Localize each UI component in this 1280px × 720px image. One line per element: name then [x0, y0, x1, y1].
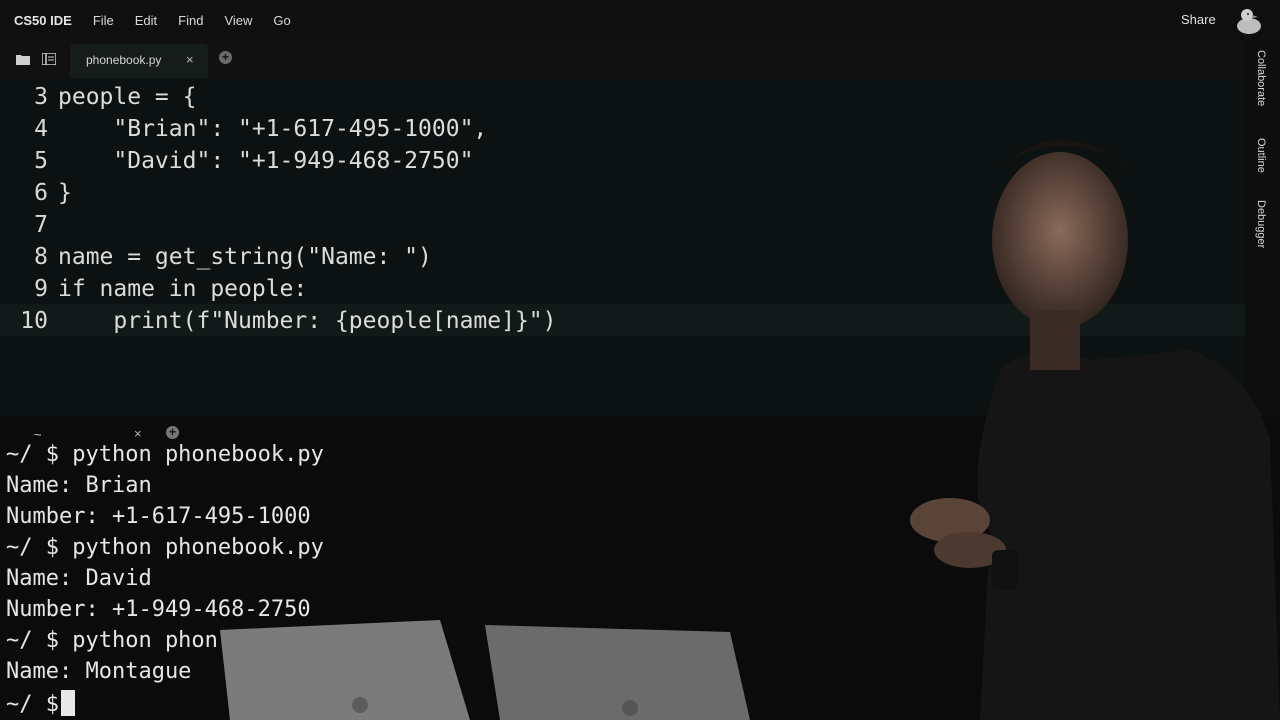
terminal-line: Name: Brian	[6, 473, 152, 498]
code-text: if name in people:	[58, 276, 308, 302]
collaborate-tab[interactable]: Collaborate	[1255, 50, 1267, 106]
terminal-add-icon[interactable]: +	[166, 426, 179, 439]
menu-bar: CS50 IDE File Edit Find View Go	[0, 0, 1280, 40]
code-text: "David": "+1-949-468-2750"	[58, 148, 474, 174]
menu-view[interactable]: View	[224, 13, 252, 28]
line-number: 3	[34, 84, 48, 110]
code-text: print(f"Number: {people[name]}")	[58, 308, 557, 334]
duck-icon[interactable]	[1234, 6, 1264, 36]
share-button[interactable]: Share	[1181, 12, 1216, 27]
line-number: 7	[34, 212, 48, 238]
code-text: }	[58, 180, 72, 206]
tab-label: phonebook.py	[86, 53, 162, 67]
terminal-prompt-line: ~/ $	[6, 690, 75, 717]
menu-file[interactable]: File	[93, 13, 114, 28]
terminal-close-icon[interactable]: ×	[134, 426, 142, 441]
terminal-line: Number: +1-949-468-2750	[6, 597, 311, 622]
menu-edit[interactable]: Edit	[135, 13, 157, 28]
line-number: 4	[34, 116, 48, 142]
terminal-line: Number: +1-617-495-1000	[6, 504, 311, 529]
terminal-cursor[interactable]	[60, 690, 75, 716]
terminal-line: Name: Montague	[6, 659, 192, 684]
terminal-prompt: ~/ $	[6, 692, 59, 717]
code-line: 3 people = {	[0, 80, 1245, 112]
terminal-line: Name: David	[6, 566, 152, 591]
code-text: "Brian": "+1-617-495-1000",	[58, 116, 488, 142]
code-text: name = get_string("Name: ")	[58, 244, 432, 270]
line-number: 9	[34, 276, 48, 302]
menu-go[interactable]: Go	[273, 13, 290, 28]
folder-icon[interactable]	[16, 53, 30, 65]
terminal-line: ~/ $ python phonebook.py	[6, 442, 324, 467]
tab-close-icon[interactable]: ×	[186, 52, 194, 67]
tree-icon[interactable]	[42, 53, 56, 65]
terminal-line: ~/ $ python phonebook.py	[6, 535, 324, 560]
code-text: people = {	[58, 84, 197, 110]
add-tab-icon[interactable]: +	[219, 51, 232, 64]
tab-phonebook[interactable]: phonebook.py ×	[70, 44, 208, 78]
line-number: 8	[34, 244, 48, 270]
terminal[interactable]: ~/ $ python phonebook.py Name: Brian Num…	[0, 440, 1280, 720]
menu-find[interactable]: Find	[178, 13, 203, 28]
app-title: CS50 IDE	[14, 12, 72, 28]
line-number: 6	[34, 180, 48, 206]
line-number: 10	[20, 308, 48, 334]
terminal-line: ~/ $ python phon	[6, 628, 218, 653]
line-number: 5	[34, 148, 48, 174]
